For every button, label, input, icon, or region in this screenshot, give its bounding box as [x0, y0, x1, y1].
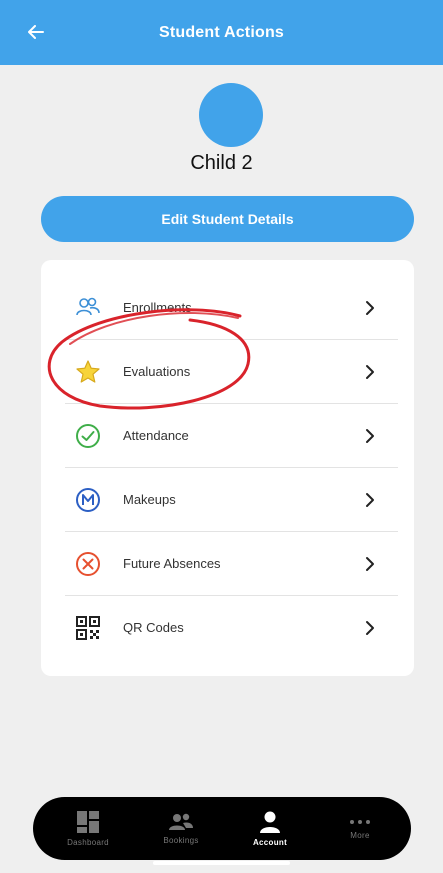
x-circle-icon	[75, 551, 101, 577]
qr-code-icon	[75, 615, 101, 641]
student-name: Child 2	[190, 152, 253, 174]
tab-label: More	[350, 831, 370, 840]
people-icon	[75, 295, 101, 321]
check-circle-icon	[75, 423, 101, 449]
chevron-right-icon	[366, 492, 374, 507]
edit-student-details-button[interactable]: Edit Student Details	[41, 196, 414, 242]
tab-more[interactable]: More	[325, 797, 395, 860]
action-label: Evaluations	[123, 364, 191, 379]
action-label: Attendance	[123, 428, 189, 443]
action-label: QR Codes	[123, 620, 184, 635]
m-circle-icon	[75, 487, 101, 513]
action-label: Makeups	[123, 492, 176, 507]
student-actions-card: Enrollments Evaluations Attendance Makeu…	[41, 260, 414, 676]
star-icon	[75, 359, 101, 385]
bookings-icon	[169, 813, 193, 830]
chevron-right-icon	[366, 364, 374, 379]
action-row-enrollments[interactable]: Enrollments	[65, 276, 398, 339]
action-row-attendance[interactable]: Attendance	[65, 404, 398, 467]
chevron-right-icon	[366, 300, 374, 315]
action-row-makeups[interactable]: Makeups	[65, 468, 398, 531]
account-icon	[260, 811, 280, 833]
chevron-right-icon	[366, 428, 374, 443]
avatar	[199, 83, 263, 147]
chevron-right-icon	[366, 556, 374, 571]
header-bar: Student Actions	[0, 0, 443, 65]
back-arrow-icon[interactable]	[22, 20, 50, 44]
tab-dashboard[interactable]: Dashboard	[53, 797, 123, 860]
chevron-right-icon	[366, 620, 374, 635]
action-label: Future Absences	[123, 556, 221, 571]
home-indicator	[153, 861, 290, 865]
page-title: Student Actions	[158, 23, 285, 41]
action-row-qr-codes[interactable]: QR Codes	[65, 596, 398, 659]
tab-label: Dashboard	[67, 838, 109, 847]
tab-account[interactable]: Account	[235, 797, 305, 860]
dashboard-icon	[77, 811, 99, 833]
tab-label: Account	[252, 838, 288, 847]
tab-bookings[interactable]: Bookings	[146, 797, 216, 860]
tab-label: Bookings	[163, 836, 199, 845]
bottom-tab-bar: Dashboard Bookings Account More	[33, 797, 411, 860]
action-row-evaluations[interactable]: Evaluations	[65, 340, 398, 403]
action-row-future-absences[interactable]: Future Absences	[65, 532, 398, 595]
action-label: Enrollments	[123, 300, 192, 315]
more-icon	[350, 820, 370, 824]
